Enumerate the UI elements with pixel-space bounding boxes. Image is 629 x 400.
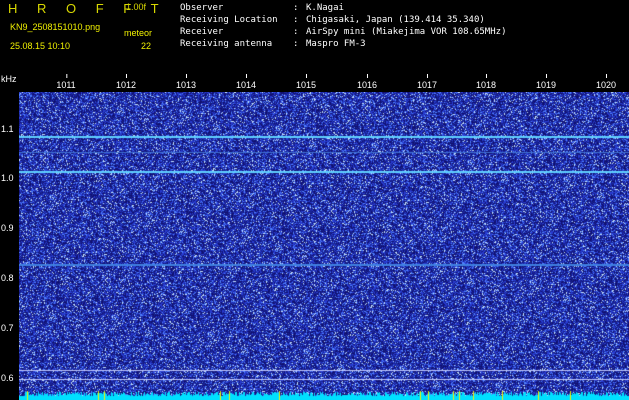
info-key: Receiving antenna [180,39,273,49]
filename-label: KN9_2508151010.png [10,22,101,32]
info-key: Receiver [180,27,224,37]
x-tick: 1020 [595,74,617,90]
spectrogram-waterfall [19,92,629,400]
x-tick: 1018 [475,74,497,90]
x-tick: 1019 [535,74,557,90]
y-tick: 0.7 [1,323,14,333]
y-axis-unit: kHz [1,74,17,84]
x-tick: 1014 [235,74,257,90]
y-tick: 0.8 [1,273,14,283]
info-colon: : [293,3,299,13]
info-value: Maspro FM-3 [306,39,366,49]
header-panel: H R O F F T 1.00f KN9_2508151010.png 25.… [0,0,629,74]
timestamp-label: 25.08.15 10:10 [10,41,71,51]
info-colon: : [293,39,299,49]
info-value: AirSpy mini (Miakejima VOR 108.65MHz) [306,27,507,37]
info-value: K.Nagai [306,3,344,13]
y-tick: 0.9 [1,223,14,233]
info-key: Observer [180,3,224,13]
x-tick: 1017 [416,74,438,90]
meteor-count: 22 [141,41,152,51]
x-tick: 1012 [115,74,137,90]
x-tick: 1013 [175,74,197,90]
y-tick: 0.6 [1,373,14,383]
info-colon: : [293,15,299,25]
y-tick: 1.1 [1,124,14,134]
meteor-label: meteor [124,28,153,38]
info-colon: : [293,27,299,37]
info-value: Chigasaki, Japan (139.414 35.340) [306,15,485,25]
x-tick: 1015 [295,74,317,90]
info-key: Receiving Location [180,15,278,25]
y-tick: 1.0 [1,173,14,183]
x-axis: 1011 1012 1013 1014 1015 1016 1017 1018 … [19,74,629,92]
x-tick: 1016 [356,74,378,90]
x-tick: 1011 [56,74,76,90]
version-label: 1.00f [126,2,147,12]
